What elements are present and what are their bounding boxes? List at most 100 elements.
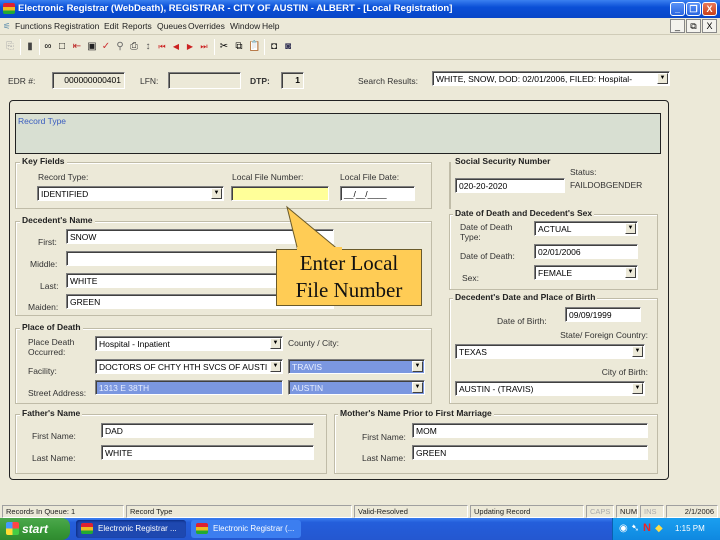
title-bar[interactable]: Electronic Registrar (WebDeath), REGISTR… [0, 0, 720, 18]
father-first-name-input[interactable]: DAD [101, 423, 314, 438]
mother-first-name-input[interactable]: MOM [412, 423, 648, 438]
paste-icon[interactable]: 📋 [248, 41, 260, 53]
menu-functions[interactable]: Functions [15, 21, 52, 31]
close-button[interactable]: X [702, 2, 717, 16]
toolbar-separator [39, 39, 40, 55]
attach-icon[interactable]: ⚲ [114, 41, 126, 53]
help-icon[interactable]: ◙ [282, 41, 294, 53]
status-num: NUM [616, 505, 638, 518]
street-address-input[interactable]: 1313 E 38TH [95, 380, 283, 395]
search-results-value: WHITE, SNOW, DOD: 02/01/2006, FILED: Hos… [436, 74, 633, 84]
record-type-value: IDENTIFIED [41, 189, 89, 199]
chevron-down-icon[interactable]: ▼ [412, 361, 423, 372]
dod-type-value: ACTUAL [538, 224, 572, 234]
import-icon[interactable]: ⇤ [71, 41, 83, 53]
city-dropdown[interactable]: AUSTIN ▼ [288, 380, 425, 395]
mdi-close-button[interactable]: X [702, 19, 717, 33]
birth-city-dropdown[interactable]: AUSTIN - (TRAVIS) ▼ [455, 381, 645, 396]
status-bar: Records In Queue: 1 Record Type Valid-Re… [0, 505, 720, 518]
print-icon[interactable]: ⎙ [128, 41, 140, 53]
record-type-panel: Record Type [15, 113, 661, 154]
dod-input[interactable]: 02/01/2006 [534, 244, 638, 259]
chevron-down-icon[interactable]: ▼ [625, 223, 636, 234]
dod-type-dropdown[interactable]: ACTUAL ▼ [534, 221, 638, 236]
menu-reports[interactable]: Reports [122, 21, 152, 31]
antivirus-icon[interactable]: N [643, 522, 651, 534]
chevron-down-icon[interactable]: ▼ [211, 188, 222, 199]
mdi-restore-button[interactable]: ⧉ [686, 19, 701, 33]
sort-icon[interactable]: ↕ [142, 41, 154, 53]
print-preview-icon[interactable]: ⎘ [4, 41, 16, 53]
facility-value: DOCTORS OF CHTY HTH SVCS OF AUSTI [99, 362, 268, 372]
menu-queues[interactable]: Queues [157, 21, 187, 31]
taskbar: start Electronic Registrar ... Electroni… [0, 518, 720, 540]
cursor-icon[interactable]: ➷ [631, 523, 639, 534]
birth-city-label: City of Birth: [601, 367, 648, 377]
network-icon[interactable]: ◉ [619, 523, 628, 534]
menu-window[interactable]: Window [230, 21, 260, 31]
taskbar-task-2-label: Electronic Registrar (... [213, 524, 295, 533]
county-dropdown[interactable]: TRAVIS ▼ [288, 359, 425, 374]
menu-help[interactable]: Help [262, 21, 279, 31]
next-record-icon[interactable]: ▶ [184, 41, 196, 53]
book-icon[interactable]: ◘ [268, 41, 280, 53]
chevron-down-icon[interactable]: ▼ [632, 346, 643, 357]
find-binoculars-icon[interactable]: ∞ [42, 41, 54, 53]
ssn-input[interactable]: 020-20-2020 [455, 178, 565, 193]
birth-title: Decedent's Date and Place of Birth [453, 292, 598, 302]
menu-bar: ⚟ Functions Registration Edit Reports Qu… [0, 18, 720, 35]
father-first-label: First Name: [32, 431, 76, 441]
birth-state-dropdown[interactable]: TEXAS ▼ [455, 344, 645, 359]
clock: 1:15 PM [675, 524, 705, 533]
birth-city-value: AUSTIN - (TRAVIS) [459, 384, 534, 394]
mother-last-name-input[interactable]: GREEN [412, 445, 648, 460]
taskbar-task-1[interactable]: Electronic Registrar ... [76, 520, 186, 538]
callout-line-2: File Number [295, 278, 403, 302]
status-date: 2/1/2006 [666, 505, 718, 518]
new-document-icon[interactable]: □ [56, 41, 68, 53]
chevron-down-icon[interactable]: ▼ [270, 338, 281, 349]
sex-dropdown[interactable]: FEMALE ▼ [534, 265, 638, 280]
first-record-icon[interactable]: ⏮ [156, 41, 168, 53]
search-results-dropdown[interactable]: WHITE, SNOW, DOD: 02/01/2006, FILED: Hos… [432, 71, 670, 86]
place-occurred-dropdown[interactable]: Hospital - Inpatient ▼ [95, 336, 283, 351]
minimize-button[interactable]: _ [670, 2, 685, 16]
record-type-label: Record Type: [38, 172, 89, 182]
dod-type-label: Date of Death Type: [460, 222, 513, 242]
previous-record-icon[interactable]: ◀ [170, 41, 182, 53]
facility-dropdown[interactable]: DOCTORS OF CHTY HTH SVCS OF AUSTI ▼ [95, 359, 283, 374]
local-file-number-input[interactable] [231, 186, 329, 201]
birth-state-label: State/ Foreign Country: [560, 330, 648, 340]
chevron-down-icon[interactable]: ▼ [270, 361, 281, 372]
chevron-down-icon[interactable]: ▼ [625, 267, 636, 278]
chevron-down-icon[interactable]: ▼ [657, 73, 668, 84]
ssn-group [449, 162, 451, 209]
restore-button[interactable]: ❐ [686, 2, 701, 16]
record-type-dropdown[interactable]: IDENTIFIED ▼ [37, 186, 224, 201]
local-file-date-input[interactable]: __/__/____ [340, 186, 415, 201]
taskbar-task-2[interactable]: Electronic Registrar (... [191, 520, 301, 538]
save-icon[interactable]: ▣ [86, 41, 98, 53]
exit-door-icon[interactable]: ▮ [24, 41, 36, 53]
dob-input[interactable]: 09/09/1999 [565, 307, 641, 322]
copy-icon[interactable]: ⧉ [233, 41, 245, 53]
menu-registration[interactable]: Registration [54, 21, 99, 31]
menu-edit[interactable]: Edit [104, 21, 119, 31]
father-last-name-input[interactable]: WHITE [101, 445, 314, 460]
menu-overrides[interactable]: Overrides [188, 21, 225, 31]
validate-icon[interactable]: ✓ [100, 41, 112, 53]
father-last-label: Last Name: [32, 453, 76, 463]
mdi-minimize-button[interactable]: _ [670, 19, 685, 33]
security-icon[interactable]: ◆ [655, 523, 663, 534]
toolbar-separator [264, 39, 265, 55]
last-record-icon[interactable]: ⏭ [198, 41, 210, 53]
ssn-status-value: FAILDOBGENDER [570, 180, 643, 190]
callout-pointer [286, 205, 342, 252]
status-caps: CAPS [586, 505, 614, 518]
cut-icon[interactable]: ✂ [218, 41, 230, 53]
chevron-down-icon[interactable]: ▼ [632, 383, 643, 394]
mother-first-label: First Name: [362, 432, 406, 442]
start-button[interactable]: start [0, 518, 70, 540]
chevron-down-icon[interactable]: ▼ [412, 382, 423, 393]
county-value: TRAVIS [292, 362, 323, 372]
